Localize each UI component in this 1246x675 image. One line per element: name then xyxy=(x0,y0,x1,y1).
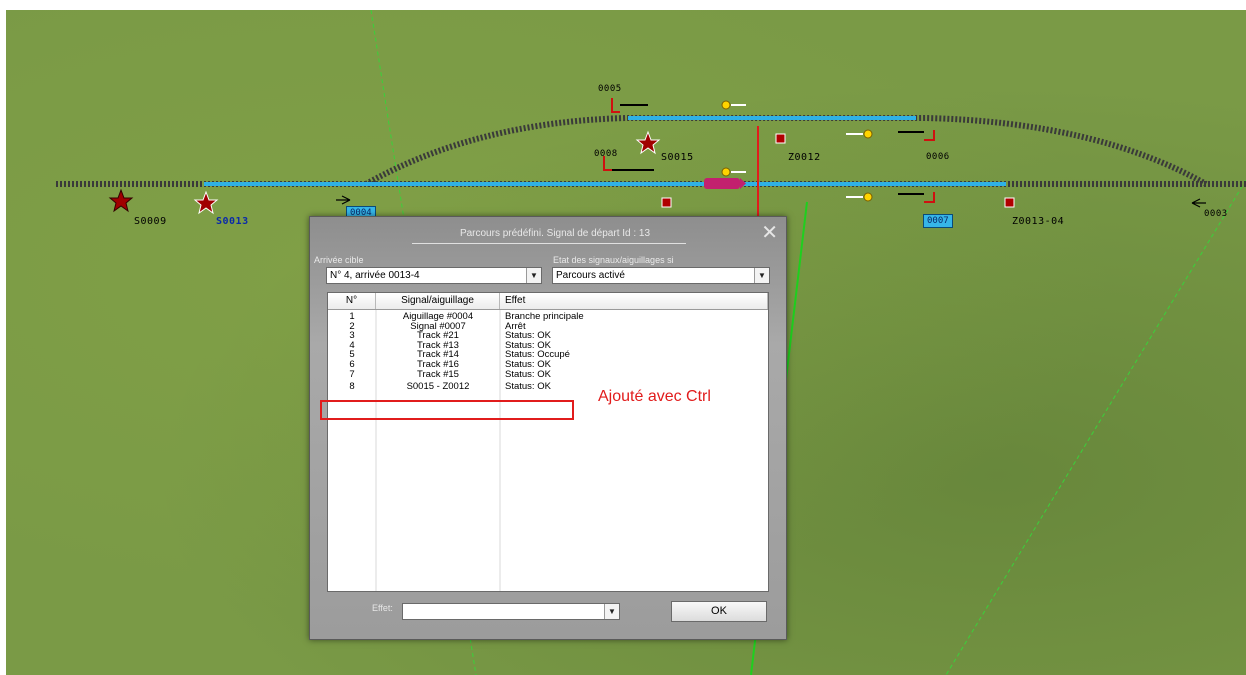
label-0005: 0005 xyxy=(598,84,622,94)
chevron-down-icon[interactable]: ▼ xyxy=(604,604,619,619)
state-select[interactable]: Parcours activé ▼ xyxy=(552,267,770,284)
row-effet: Status: OK xyxy=(505,340,551,351)
column-header-effet[interactable]: Effet xyxy=(500,293,768,309)
list-row[interactable]: 7 Track #15 Status: OK xyxy=(328,370,768,380)
list-header: N° Signal/aiguillage Effet xyxy=(328,293,768,310)
label-s0015: S0015 xyxy=(661,152,694,163)
row-signal: Track #21 xyxy=(417,331,459,341)
arrival-value: N° 4, arrivée 0013-4 xyxy=(330,270,420,281)
effet-label: Effet: xyxy=(372,603,393,613)
lamp-icon xyxy=(721,100,731,110)
guide-line-right xyxy=(945,179,1246,675)
row-signal: Track #15 xyxy=(417,369,459,380)
row-signal: S0015 - Z0012 xyxy=(406,381,470,393)
annotation-text: Ajouté avec Ctrl xyxy=(598,388,711,405)
list-row[interactable]: 2 Signal #0007 Arrêt xyxy=(328,322,768,332)
chevron-down-icon[interactable]: ▼ xyxy=(754,268,769,283)
effet-select[interactable]: ▼ xyxy=(402,603,620,620)
label-0003: 0003 xyxy=(1204,209,1228,219)
arrival-select[interactable]: N° 4, arrivée 0013-4 ▼ xyxy=(326,267,542,284)
dialog-title: Parcours prédéfini. Signal de départ Id … xyxy=(459,228,651,239)
label-z0013-04: Z0013-04 xyxy=(1012,216,1065,227)
column-header-signal[interactable]: Signal/aiguillage xyxy=(376,293,500,309)
label-0006: 0006 xyxy=(926,152,950,162)
row-number: 5 xyxy=(349,350,355,360)
list-row[interactable]: 4 Track #13 Status: OK xyxy=(328,341,768,351)
label-z0012: Z0012 xyxy=(788,152,821,163)
row-number: 1 xyxy=(349,312,355,322)
column-header-n[interactable]: N° xyxy=(328,293,376,309)
title-divider xyxy=(412,243,686,244)
row-number: 7 xyxy=(349,369,355,380)
star-signal-icon xyxy=(108,188,134,213)
list-row[interactable]: 3 Track #21 Status: OK xyxy=(328,331,768,341)
row-signal: Aiguillage #0004 xyxy=(402,312,474,322)
chevron-down-icon[interactable]: ▼ xyxy=(526,268,541,283)
row-effet: Arrêt xyxy=(505,321,526,332)
label-s0013: S0013 xyxy=(216,216,249,227)
list-row[interactable]: 5 Track #14 Status: Occupé xyxy=(328,350,768,360)
ok-button[interactable]: OK xyxy=(671,601,767,622)
state-label: Etat des signaux/aiguillages si xyxy=(553,255,674,265)
row-effet: Status: OK xyxy=(505,359,551,370)
row-signal: Track #13 xyxy=(417,340,459,351)
row-effet: Branche principale xyxy=(505,312,584,322)
list-rows: 1 Aiguillage #0004 Branche principale 2 Sig… xyxy=(328,310,768,395)
tag-0007: 0007 xyxy=(923,214,953,228)
row-effet: Status: OK xyxy=(505,331,551,341)
list-row[interactable]: 6 Track #16 Status: OK xyxy=(328,360,768,370)
row-number: 6 xyxy=(349,359,355,370)
row-number: 2 xyxy=(349,321,355,332)
row-effet: Status: Occupé xyxy=(505,350,570,360)
siding-track xyxy=(364,115,1208,187)
row-signal: Track #14 xyxy=(417,350,459,360)
route-list[interactable]: N° Signal/aiguillage Effet 1 Aiguillage #… xyxy=(327,292,769,592)
close-icon[interactable]: ✕ xyxy=(761,223,778,243)
route-dialog: Parcours prédéfini. Signal de départ Id … xyxy=(309,216,787,640)
marker-icon xyxy=(775,133,786,144)
row-number: 8 xyxy=(349,381,355,393)
row-signal: Signal #0007 xyxy=(410,321,466,332)
arrival-label: Arrivée cible xyxy=(314,255,364,265)
row-signal: Track #16 xyxy=(417,359,459,370)
row-effet: Status: OK xyxy=(505,369,551,380)
list-row[interactable]: 1 Aiguillage #0004 Branche principale xyxy=(328,312,768,322)
row-number: 3 xyxy=(349,331,355,341)
label-0008: 0008 xyxy=(594,149,618,159)
label-s0009: S0009 xyxy=(134,216,167,227)
row-number: 4 xyxy=(349,340,355,351)
train-icon xyxy=(704,178,740,189)
annotation-box xyxy=(320,400,574,420)
state-value: Parcours activé xyxy=(556,270,625,281)
